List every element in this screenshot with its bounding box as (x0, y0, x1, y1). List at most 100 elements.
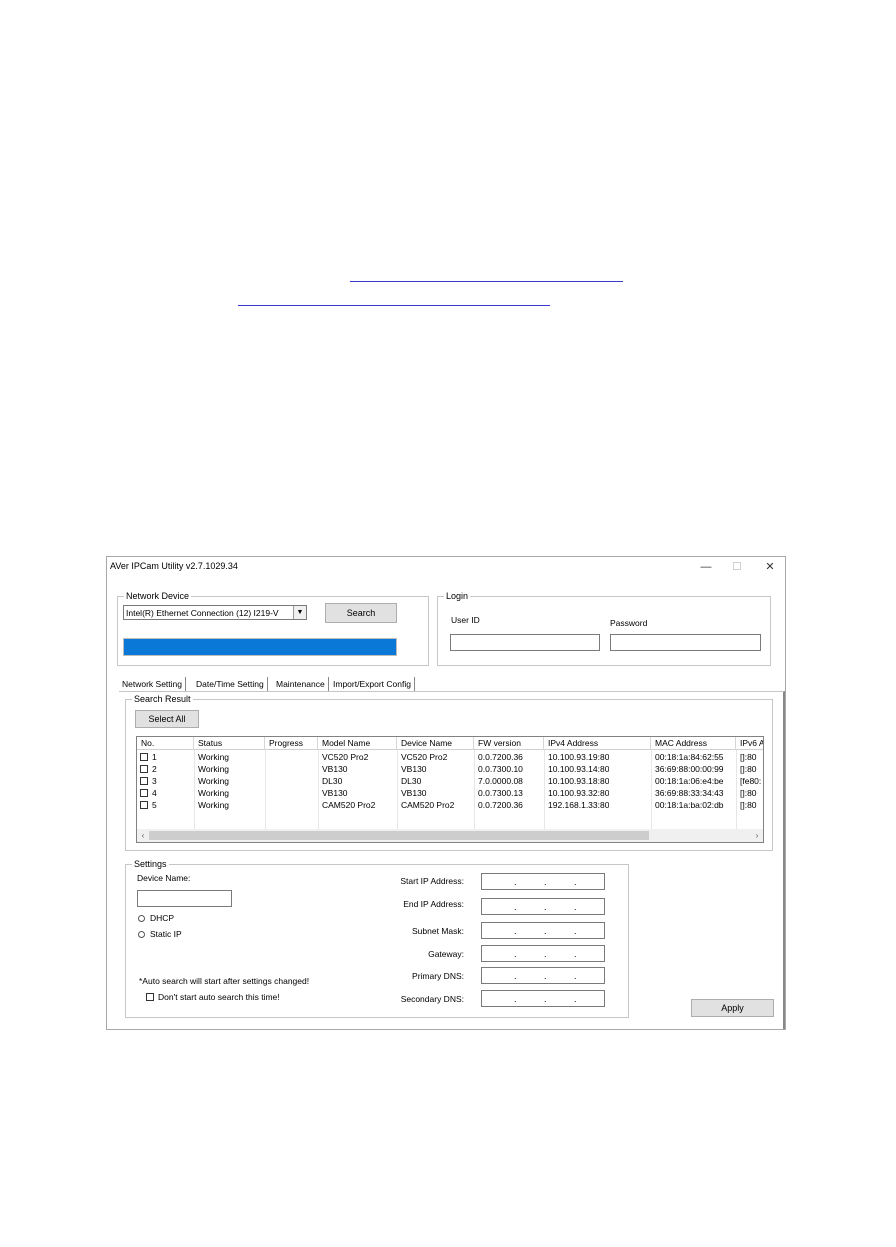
gateway-field[interactable]: . . . (481, 945, 605, 962)
cell-model: DL30 (322, 776, 343, 786)
col-ipv6-address[interactable]: IPv6 A (736, 737, 763, 750)
network-adapter-value: Intel(R) Ethernet Connection (12) I219-V (126, 608, 279, 618)
cell-fw: 0.0.7300.10 (478, 764, 523, 774)
close-button[interactable]: ✕ (759, 559, 781, 575)
cell-ipv4: 10.100.93.18:80 (548, 776, 610, 786)
subnet-mask-field[interactable]: . . . (481, 922, 605, 939)
col-progress[interactable]: Progress (265, 737, 318, 750)
ip-separator: . (514, 902, 517, 912)
tab-date-time-setting[interactable]: Date/Time Setting (193, 677, 268, 691)
dhcp-radio[interactable] (138, 915, 145, 922)
cell-device: VC520 Pro2 (401, 752, 448, 762)
device-name-label: Device Name: (137, 873, 191, 883)
device-name-field[interactable] (137, 890, 232, 907)
maximize-button[interactable]: ☐ (726, 559, 748, 575)
cell-device: CAM520 Pro2 (401, 800, 455, 810)
cell-status: Working (198, 776, 230, 786)
document-link-1[interactable] (350, 281, 623, 282)
cell-no: 1 (152, 752, 157, 762)
password-field[interactable] (610, 634, 761, 651)
row-checkbox[interactable] (140, 765, 148, 773)
title-bar: AVer IPCam Utility v2.7.1029.34 — ☐ ✕ (107, 557, 785, 577)
end-ip-field[interactable]: . . . (481, 898, 605, 915)
network-adapter-dropdown[interactable]: Intel(R) Ethernet Connection (12) I219-V… (123, 605, 307, 620)
cell-ipv6: []:80 (740, 788, 757, 798)
horizontal-scrollbar[interactable]: ‹ › (137, 829, 763, 842)
cell-ipv6: []:80 (740, 764, 757, 774)
col-status[interactable]: Status (194, 737, 265, 750)
cell-progress (265, 799, 269, 811)
cell-ipv4: 10.100.93.14:80 (548, 764, 610, 774)
primary-dns-field[interactable]: . . . (481, 967, 605, 984)
cell-device: VB130 (401, 788, 427, 798)
row-checkbox[interactable] (140, 801, 148, 809)
dont-search-label: Don't start auto search this time! (158, 992, 280, 1002)
cell-device: VB130 (401, 764, 427, 774)
select-all-button[interactable]: Select All (135, 710, 199, 728)
cell-mac: 36:69:88:33:34:43 (655, 788, 724, 798)
row-checkbox[interactable] (140, 753, 148, 761)
cell-mac: 36:69:88:00:00:99 (655, 764, 724, 774)
ip-separator: . (514, 994, 517, 1004)
user-id-field[interactable] (450, 634, 600, 651)
search-button[interactable]: Search (325, 603, 397, 623)
cell-ipv6: []:80 (740, 800, 757, 810)
ip-separator: . (544, 926, 547, 936)
cell-progress (265, 751, 269, 763)
cell-ipv6: []:80 (740, 752, 757, 762)
table-row[interactable]: 2 Working VB130 VB130 0.0.7300.10 10.100… (137, 763, 763, 775)
ip-separator: . (574, 949, 577, 959)
ip-separator: . (544, 877, 547, 887)
col-fw-version[interactable]: FW version (474, 737, 544, 750)
ip-separator: . (574, 994, 577, 1004)
cell-status: Working (198, 800, 230, 810)
ip-separator: . (514, 877, 517, 887)
ip-separator: . (544, 902, 547, 912)
dont-search-checkbox[interactable] (146, 993, 154, 1001)
network-device-label: Network Device (124, 591, 192, 601)
col-mac-address[interactable]: MAC Address (651, 737, 736, 750)
tab-import-export-config[interactable]: Import/Export Config (330, 677, 415, 691)
tab-network-setting[interactable]: Network Setting (119, 677, 186, 691)
cell-ipv4: 10.100.93.19:80 (548, 752, 610, 762)
table-row[interactable]: 1 Working VC520 Pro2 VC520 Pro2 0.0.7200… (137, 751, 763, 763)
tab-maintenance[interactable]: Maintenance (273, 677, 329, 691)
login-group: Login (437, 591, 771, 666)
table-row[interactable]: 3 Working DL30 DL30 7.0.0000.08 10.100.9… (137, 775, 763, 787)
row-checkbox[interactable] (140, 777, 148, 785)
end-ip-label: End IP Address: (403, 899, 464, 909)
dhcp-label: DHCP (150, 913, 175, 923)
user-id-label: User ID (451, 615, 480, 625)
ip-separator: . (544, 949, 547, 959)
chevron-down-icon[interactable]: ▼ (293, 606, 306, 619)
cell-model: VB130 (322, 764, 348, 774)
cell-mac: 00:18:1a:06:e4:be (655, 776, 724, 786)
apply-button[interactable]: Apply (691, 999, 774, 1017)
cell-model: VB130 (322, 788, 348, 798)
ip-separator: . (544, 994, 547, 1004)
col-no[interactable]: No. (137, 737, 194, 750)
scroll-left-icon[interactable]: ‹ (137, 829, 149, 842)
gateway-label: Gateway: (428, 949, 464, 959)
window-title: AVer IPCam Utility v2.7.1029.34 (110, 561, 238, 571)
start-ip-field[interactable]: . . . (481, 873, 605, 890)
minimize-button[interactable]: — (695, 559, 717, 575)
row-checkbox[interactable] (140, 789, 148, 797)
scroll-right-icon[interactable]: › (751, 829, 763, 842)
search-result-label: Search Result (132, 694, 193, 704)
col-ipv4-address[interactable]: IPv4 Address (544, 737, 651, 750)
secondary-dns-field[interactable]: . . . (481, 990, 605, 1007)
scrollbar-thumb[interactable] (149, 831, 649, 840)
table-row[interactable]: 4 Working VB130 VB130 0.0.7300.13 10.100… (137, 787, 763, 799)
login-label: Login (444, 591, 471, 601)
document-link-2[interactable] (238, 305, 550, 306)
static-ip-radio[interactable] (138, 931, 145, 938)
cell-progress (265, 763, 269, 775)
ip-separator: . (514, 926, 517, 936)
secondary-dns-label: Secondary DNS: (400, 994, 464, 1004)
table-row[interactable]: 5 Working CAM520 Pro2 CAM520 Pro2 0.0.72… (137, 799, 763, 811)
cell-fw: 7.0.0000.08 (478, 776, 523, 786)
col-model-name[interactable]: Model Name (318, 737, 397, 750)
start-ip-label: Start IP Address: (400, 876, 464, 886)
col-device-name[interactable]: Device Name (397, 737, 474, 750)
